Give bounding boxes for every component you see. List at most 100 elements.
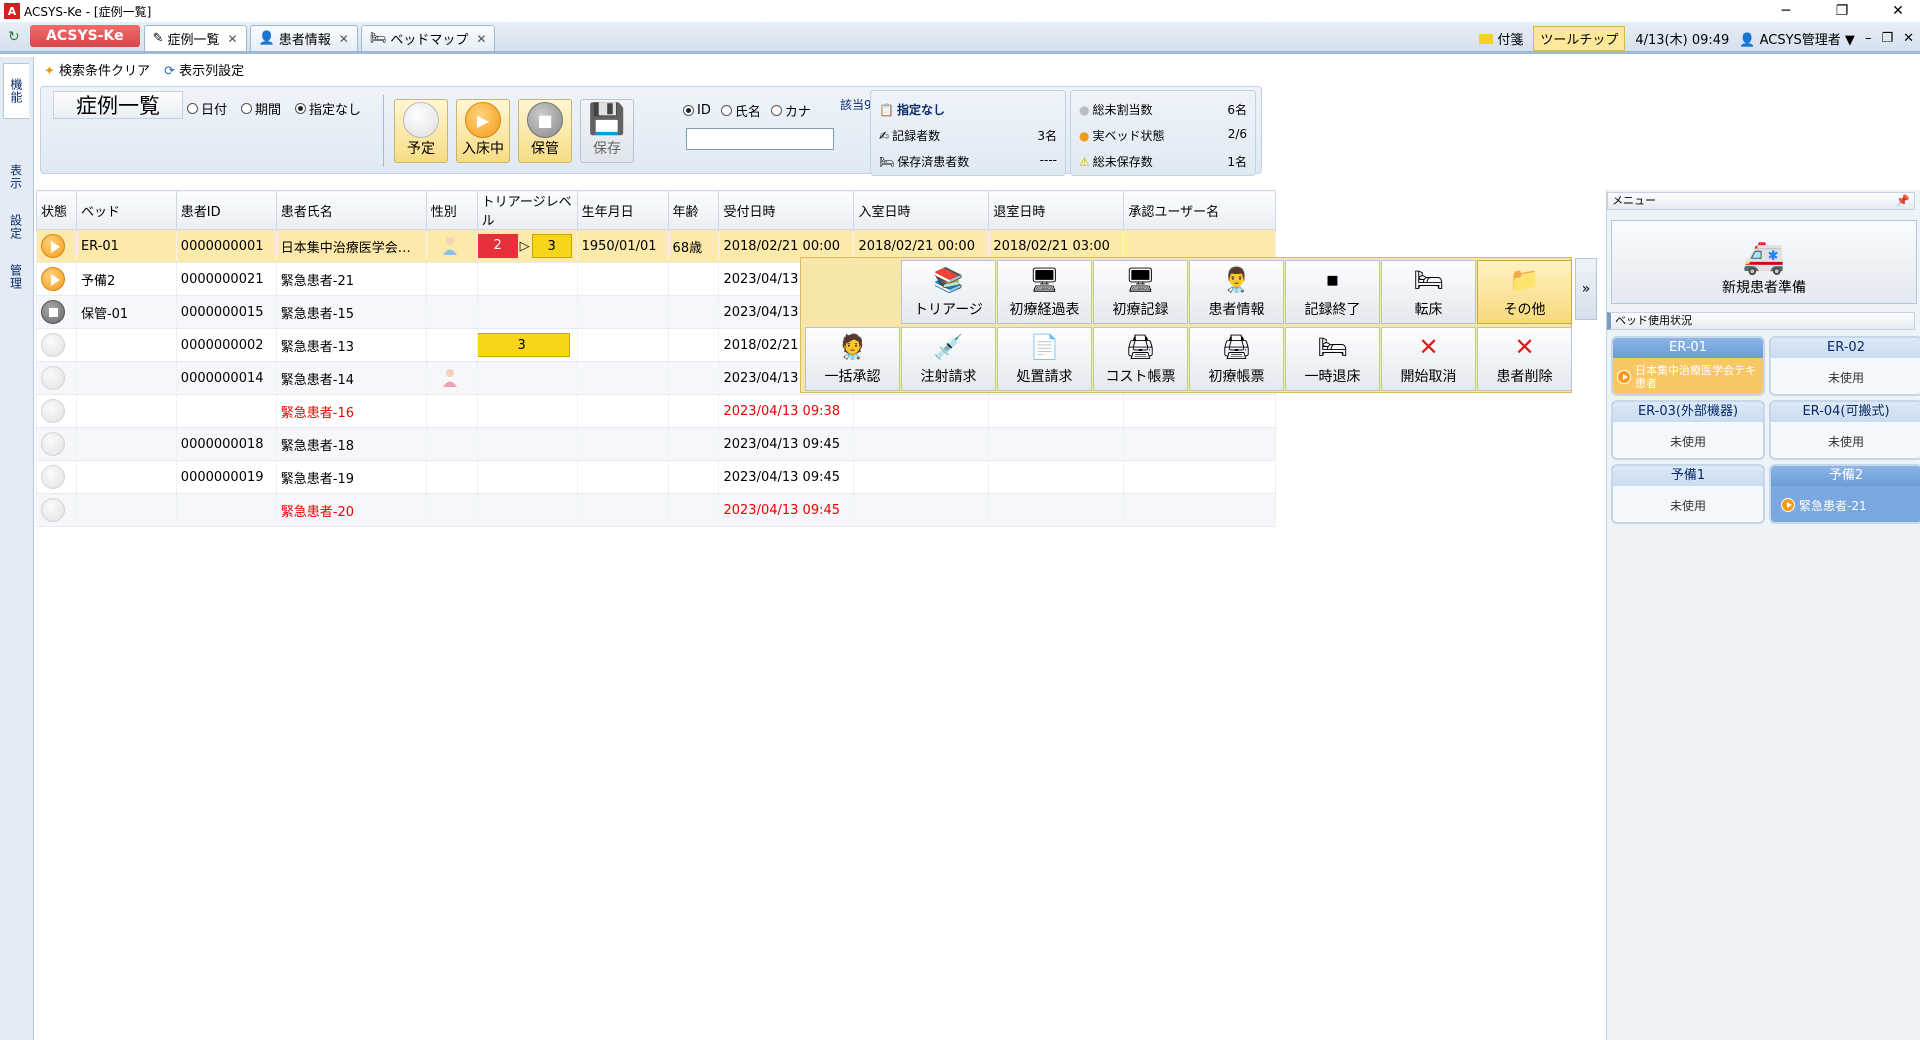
radio-period[interactable]: 期間 [241, 99, 281, 118]
btn-triage[interactable]: 📚 トリアージ [901, 260, 996, 324]
col-admitted[interactable]: 入室日時 [853, 190, 990, 230]
save-button[interactable]: 💾 保存 [580, 99, 634, 163]
table-row[interactable]: 0000000019 緊急患者-19 2023/04/13 09:45 [36, 460, 1276, 494]
bed-icon: 🛏 [1317, 333, 1348, 361]
tab-case-list[interactable]: ✎ 症例一覧 ✕ [143, 25, 247, 51]
col-patient-id[interactable]: 患者ID [175, 190, 277, 230]
bed-content: 未使用 [1613, 422, 1763, 458]
col-received[interactable]: 受付日時 [718, 190, 855, 230]
search-input[interactable] [686, 128, 834, 150]
btn-cancel-start[interactable]: ✕ 開始取消 [1381, 327, 1476, 391]
btn-other[interactable]: 📁 その他 [1477, 260, 1572, 324]
col-sex[interactable]: 性別 [425, 190, 478, 230]
btn-temp-leave[interactable]: 🛏 一時退床 [1285, 327, 1380, 391]
btn-transfer-bed[interactable]: 🛏 転床 [1381, 260, 1476, 324]
col-triage[interactable]: トリアージレベル [476, 190, 578, 230]
radio-kana[interactable]: カナ [770, 101, 811, 120]
minimize-icon[interactable]: ─ [1764, 0, 1808, 22]
kept-button[interactable]: ■ 保管 [518, 99, 572, 163]
tab-close-icon[interactable]: ✕ [228, 32, 238, 46]
planned-icon [403, 102, 439, 138]
radio-date[interactable]: 日付 [187, 99, 227, 118]
col-approver[interactable]: 承認ユーザー名 [1123, 190, 1276, 230]
cell-dob [576, 427, 669, 461]
inbed-button[interactable]: ▶ 入床中 [456, 99, 510, 163]
saved-label: 保存済患者数 [897, 155, 970, 169]
bed-card[interactable]: ER-04(可搬式) 未使用 [1769, 400, 1920, 460]
bed-card[interactable]: 予備2 緊急患者-21 [1769, 464, 1920, 524]
cell-admitted [853, 394, 990, 428]
cell-status[interactable] [36, 262, 77, 296]
cell-triage: 3 [476, 328, 578, 362]
cell-age [667, 295, 720, 329]
tab-bed-map[interactable]: 🛏 ベッドマップ ✕ [360, 25, 496, 51]
cell-patient-name: 緊急患者-13 [275, 328, 427, 362]
planned-label: 予定 [407, 141, 435, 157]
radio-label: 期間 [255, 103, 282, 118]
table-row[interactable]: 緊急患者-16 2023/04/13 09:38 [36, 394, 1276, 428]
cell-status[interactable] [36, 493, 77, 527]
cell-status[interactable] [36, 295, 77, 329]
table-row[interactable]: 0000000018 緊急患者-18 2023/04/13 09:45 [36, 427, 1276, 461]
new-patient-button[interactable]: 🚑 新規患者準備 [1611, 220, 1917, 304]
col-status[interactable]: 状態 [36, 190, 77, 230]
home-icon[interactable]: ↻ [8, 29, 20, 45]
btn-initial-record[interactable]: 🖥 初療記録 [1093, 260, 1188, 324]
btn-treatment-request[interactable]: 📄 処置請求 [997, 327, 1092, 391]
mdi-minimize-icon[interactable]: – [1865, 31, 1872, 46]
col-age[interactable]: 年齢 [667, 190, 720, 230]
pin-icon[interactable]: 📌 [1896, 193, 1910, 209]
btn-patient-info[interactable]: 👨‍⚕️ 患者情報 [1189, 260, 1284, 324]
btn-initial-report[interactable]: 🖨 初療帳票 [1189, 327, 1284, 391]
btn-initial-progress[interactable]: 🖥 初療経過表 [997, 260, 1092, 324]
table-row[interactable]: 緊急患者-20 2023/04/13 09:45 [36, 493, 1276, 527]
bed-card[interactable]: ER-01 日本集中治療医学会テキ患者 [1611, 336, 1765, 396]
tab-patient-info[interactable]: 👤 患者情報 ✕ [249, 25, 358, 51]
cell-status[interactable] [36, 328, 77, 362]
bed-card[interactable]: 予備1 未使用 [1611, 464, 1765, 524]
cell-status[interactable] [36, 229, 77, 263]
radio-name[interactable]: 氏名 [720, 101, 761, 120]
cell-status[interactable] [36, 394, 77, 428]
bed-card[interactable]: ER-03(外部機器) 未使用 [1611, 400, 1765, 460]
vtab-settings[interactable]: 設定 [3, 205, 29, 249]
col-dob[interactable]: 生年月日 [576, 190, 669, 230]
cell-status[interactable] [36, 427, 77, 461]
col-patient-name[interactable]: 患者氏名 [275, 190, 427, 230]
records-label: 記録者数 [892, 129, 941, 143]
btn-cost-report[interactable]: 🖨 コスト帳票 [1093, 327, 1188, 391]
user-menu[interactable]: 👤 ACSYS管理者 ▼ [1739, 29, 1855, 48]
clear-filter-button[interactable]: ✦ 検索条件クリア [44, 60, 150, 79]
cell-status[interactable] [36, 460, 77, 494]
vtab-display[interactable]: 表示 [3, 155, 29, 199]
tab-close-icon[interactable]: ✕ [476, 32, 486, 46]
col-bed[interactable]: ベッド [75, 190, 177, 230]
tab-close-icon[interactable]: ✕ [339, 32, 349, 46]
triage-icon: 📚 [933, 266, 964, 294]
cell-status[interactable] [36, 361, 77, 395]
radio-id[interactable]: ID [683, 103, 711, 118]
planned-button[interactable]: 予定 [394, 99, 448, 163]
btn-bulk-approve[interactable]: 🧑‍⚕️ 一括承認 [805, 327, 900, 391]
radio-unspecified[interactable]: 指定なし [295, 99, 361, 118]
column-settings-button[interactable]: ⟳ 表示列設定 [164, 60, 244, 79]
play-icon: ▶ [465, 102, 501, 138]
btn-delete-patient[interactable]: ✕ 患者削除 [1477, 327, 1572, 391]
btn-injection-request[interactable]: 💉 注射請求 [901, 327, 996, 391]
sticky-note-button[interactable]: 付箋 [1479, 29, 1523, 48]
new-patient-label: 新規患者準備 [1722, 280, 1806, 296]
close-icon[interactable]: ✕ [1876, 0, 1920, 22]
vtab-function[interactable]: 機能 [3, 63, 29, 119]
more-actions-button[interactable]: » [1575, 258, 1597, 320]
mdi-restore-icon[interactable]: ❐ [1881, 31, 1893, 46]
btn-end-record[interactable]: ⏹ 記録終了 [1285, 260, 1380, 324]
restore-icon[interactable]: ❐ [1820, 0, 1864, 22]
col-discharged[interactable]: 退室日時 [988, 190, 1125, 230]
vtab-admin[interactable]: 管理 [3, 255, 29, 299]
tooltip-toggle-button[interactable]: ツールチップ [1533, 26, 1626, 51]
cell-triage [476, 361, 578, 395]
bed-card[interactable]: ER-02 未使用 [1769, 336, 1920, 396]
action-label: 処置請求 [1016, 369, 1073, 385]
mdi-close-icon[interactable]: ✕ [1903, 31, 1914, 46]
monitor-icon: 🖥 [1125, 266, 1156, 294]
